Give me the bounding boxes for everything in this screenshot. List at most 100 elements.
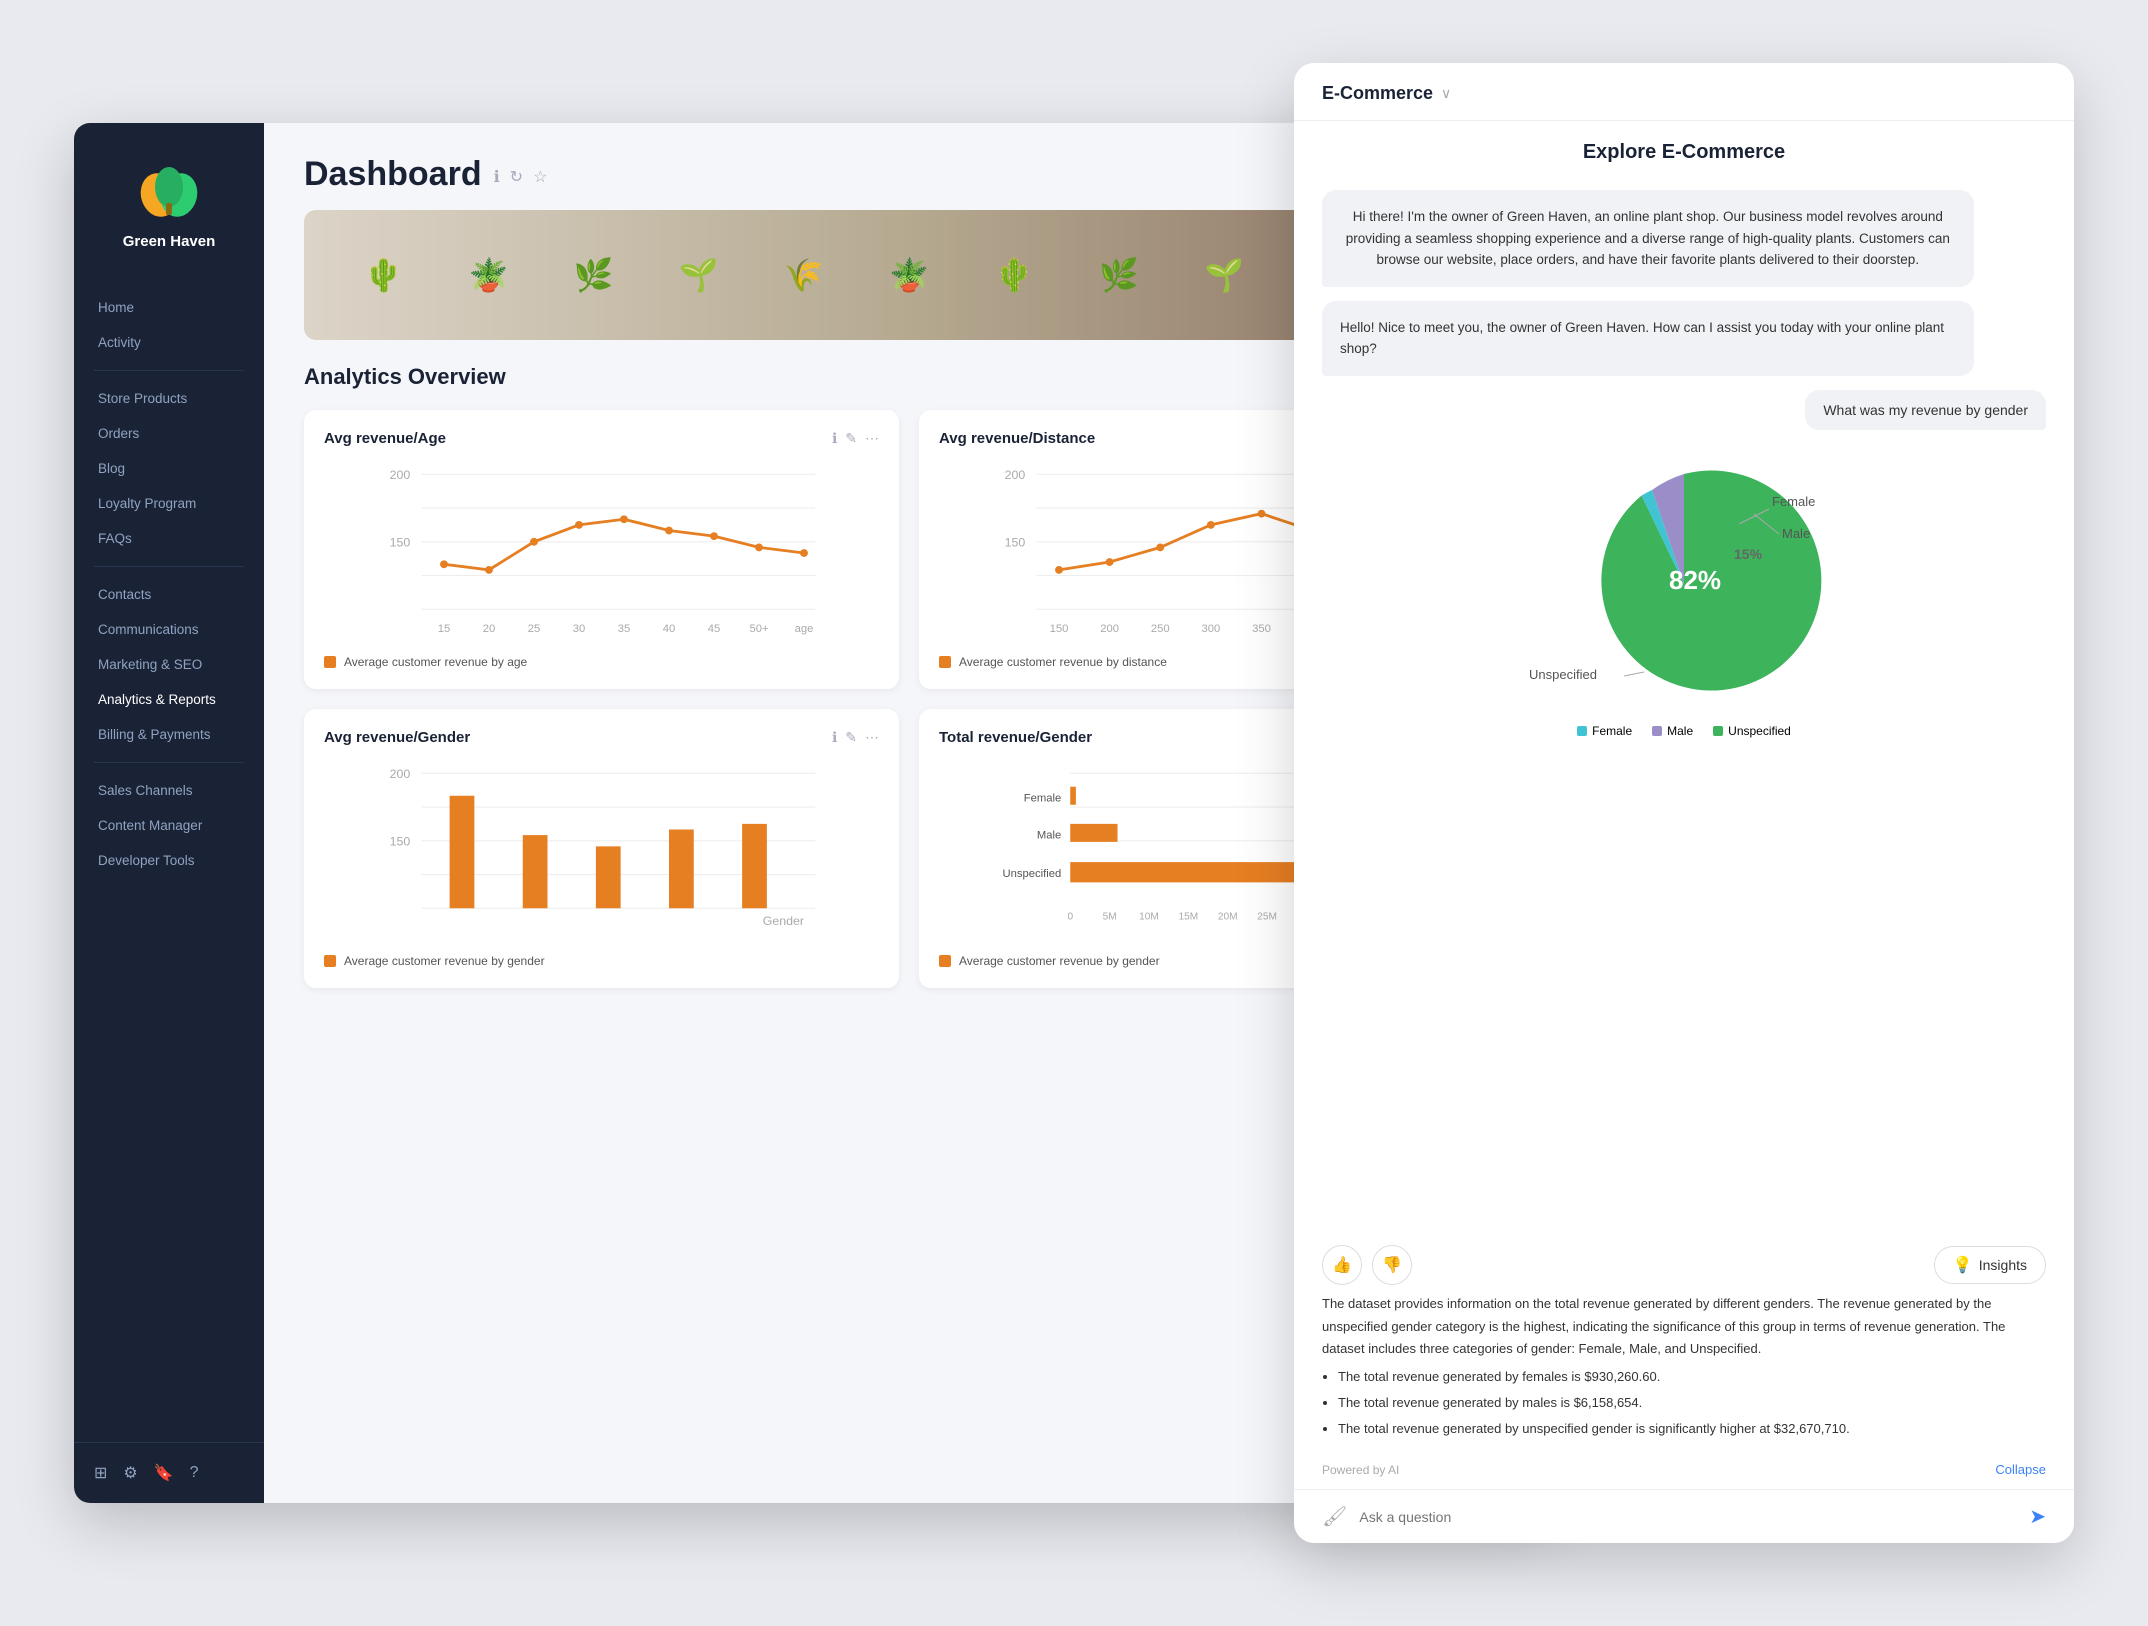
chart-title-avg-gender: Avg revenue/Gender <box>324 729 470 746</box>
sidebar-item-sales-channels[interactable]: Sales Channels <box>74 773 264 808</box>
legend-unspecified: Unspecified <box>1713 724 1791 738</box>
svg-text:20: 20 <box>483 623 496 635</box>
grid-icon[interactable]: ⊞ <box>94 1463 107 1483</box>
legend-dot-age <box>324 656 336 668</box>
sidebar-item-content-manager[interactable]: Content Manager <box>74 808 264 843</box>
sidebar-item-blog[interactable]: Blog <box>74 451 264 486</box>
chart-legend-avg-age: Average customer revenue by age <box>324 655 879 669</box>
legend-dot-male <box>1652 726 1662 736</box>
sidebar-item-loyalty-program[interactable]: Loyalty Program <box>74 486 264 521</box>
pie-chart-container: 82% Female Male Unspecified 15% <box>1322 444 2046 748</box>
svg-text:25M: 25M <box>1257 912 1277 923</box>
legend-label-age: Average customer revenue by age <box>344 655 527 669</box>
chart-card-avg-gender: Avg revenue/Gender ℹ ✎ ⋯ <box>304 709 899 988</box>
nav-divider-3 <box>94 762 244 763</box>
chart-legend-avg-gender: Average customer revenue by gender <box>324 954 879 968</box>
info-icon-gender[interactable]: ℹ <box>832 729 837 746</box>
thumbs-down-button[interactable]: 👎 <box>1372 1245 1412 1285</box>
brush-icon: 🖌 <box>1322 1504 1347 1529</box>
plant-8: 🌿 <box>1099 259 1139 291</box>
settings-icon[interactable]: ⚙ <box>123 1463 137 1483</box>
sidebar-item-activity[interactable]: Activity <box>74 325 264 360</box>
bot-message-greeting: Hello! Nice to meet you, the owner of Gr… <box>1322 301 1974 376</box>
chart-card-avg-age: Avg revenue/Age ℹ ✎ ⋯ <box>304 410 899 689</box>
plant-4: 🌱 <box>679 259 719 291</box>
sidebar-item-developer-tools[interactable]: Developer Tools <box>74 843 264 878</box>
sidebar-item-analytics-reports[interactable]: Analytics & Reports <box>74 682 264 717</box>
edit-icon-gender[interactable]: ✎ <box>845 729 857 746</box>
sidebar-item-store-products[interactable]: Store Products <box>74 381 264 416</box>
chart-header-avg-age: Avg revenue/Age ℹ ✎ ⋯ <box>324 430 879 447</box>
sidebar-item-billing-payments[interactable]: Billing & Payments <box>74 717 264 752</box>
plant-6: 🪴 <box>889 259 929 291</box>
svg-text:150: 150 <box>390 834 411 848</box>
svg-text:Unspecified: Unspecified <box>1529 667 1597 682</box>
legend-dot-gender <box>324 955 336 967</box>
insights-button[interactable]: 💡 Insights <box>1934 1246 2046 1284</box>
pie-chart: 82% Female Male Unspecified 15% <box>1514 454 1854 714</box>
more-icon-gender[interactable]: ⋯ <box>865 729 879 746</box>
help-icon[interactable]: ? <box>190 1464 199 1482</box>
svg-text:35: 35 <box>618 623 631 635</box>
svg-text:25: 25 <box>528 623 541 635</box>
plant-7: 🌵 <box>994 259 1034 291</box>
send-icon[interactable]: ➤ <box>2029 1504 2046 1529</box>
chart-actions-avg-gender: ℹ ✎ ⋯ <box>832 729 879 746</box>
svg-text:15M: 15M <box>1179 912 1199 923</box>
svg-text:200: 200 <box>1100 623 1119 635</box>
chat-panel-title: E-Commerce <box>1322 83 1433 104</box>
svg-text:5M: 5M <box>1103 912 1117 923</box>
chat-panel-heading: Explore E-Commerce <box>1294 121 2074 174</box>
insights-bullet-3: The total revenue generated by unspecifi… <box>1338 1418 2046 1440</box>
brand-name: Green Haven <box>123 233 216 250</box>
svg-text:Male: Male <box>1782 526 1810 541</box>
svg-text:0: 0 <box>1067 912 1073 923</box>
bookmark-icon[interactable]: 🔖 <box>154 1463 174 1483</box>
legend-female: Female <box>1577 724 1632 738</box>
nav-divider-2 <box>94 566 244 567</box>
action-btns-left: 👍 👎 <box>1322 1245 1412 1285</box>
chevron-down-icon[interactable]: ∨ <box>1441 85 1451 102</box>
sidebar-item-home[interactable]: Home <box>74 290 264 325</box>
sidebar: Green Haven Home Activity Store Products… <box>74 123 264 1503</box>
legend-label-male: Male <box>1667 724 1693 738</box>
svg-text:Female: Female <box>1024 792 1062 804</box>
chart-area-avg-gender: 200 150 Gender <box>324 762 879 942</box>
legend-label-unspecified: Unspecified <box>1728 724 1791 738</box>
legend-male: Male <box>1652 724 1693 738</box>
nav-divider-1 <box>94 370 244 371</box>
edit-icon-age[interactable]: ✎ <box>845 430 857 447</box>
more-icon-age[interactable]: ⋯ <box>865 430 879 447</box>
chat-input[interactable] <box>1359 1509 2017 1525</box>
sidebar-item-communications[interactable]: Communications <box>74 612 264 647</box>
legend-dot-female <box>1577 726 1587 736</box>
svg-text:Female: Female <box>1772 494 1815 509</box>
sidebar-item-orders[interactable]: Orders <box>74 416 264 451</box>
sidebar-nav: Home Activity Store Products Orders Blog… <box>74 280 264 1442</box>
svg-text:200: 200 <box>390 767 411 781</box>
svg-text:50+: 50+ <box>749 623 769 635</box>
sidebar-item-contacts[interactable]: Contacts <box>74 577 264 612</box>
sidebar-item-marketing-seo[interactable]: Marketing & SEO <box>74 647 264 682</box>
sidebar-footer: ⊞ ⚙ 🔖 ? <box>74 1442 264 1503</box>
legend-dot-total-gender <box>939 955 951 967</box>
chart-title-avg-age: Avg revenue/Age <box>324 430 446 447</box>
refresh-icon[interactable]: ↻ <box>510 167 523 187</box>
collapse-button[interactable]: Collapse <box>1995 1462 2046 1477</box>
info-icon-age[interactable]: ℹ <box>832 430 837 447</box>
chart-title-total-gender: Total revenue/Gender <box>939 729 1092 746</box>
sidebar-item-faqs[interactable]: FAQs <box>74 521 264 556</box>
line-chart-age: 200 150 15 20 25 30 35 40 45 50+ <box>324 463 879 643</box>
bar-chart-gender: 200 150 Gender <box>324 762 879 942</box>
thumbs-up-button[interactable]: 👍 <box>1322 1245 1362 1285</box>
chart-actions-avg-age: ℹ ✎ ⋯ <box>832 430 879 447</box>
svg-text:350: 350 <box>1252 623 1271 635</box>
svg-text:40: 40 <box>663 623 676 635</box>
powered-label: Powered by AI <box>1322 1463 1399 1477</box>
info-icon[interactable]: ℹ <box>494 167 500 187</box>
insights-button-label: Insights <box>1979 1257 2027 1273</box>
star-icon[interactable]: ☆ <box>533 167 547 187</box>
svg-text:10M: 10M <box>1139 912 1159 923</box>
pie-legend: Female Male Unspecified <box>1322 724 2046 738</box>
legend-dot-unspecified <box>1713 726 1723 736</box>
